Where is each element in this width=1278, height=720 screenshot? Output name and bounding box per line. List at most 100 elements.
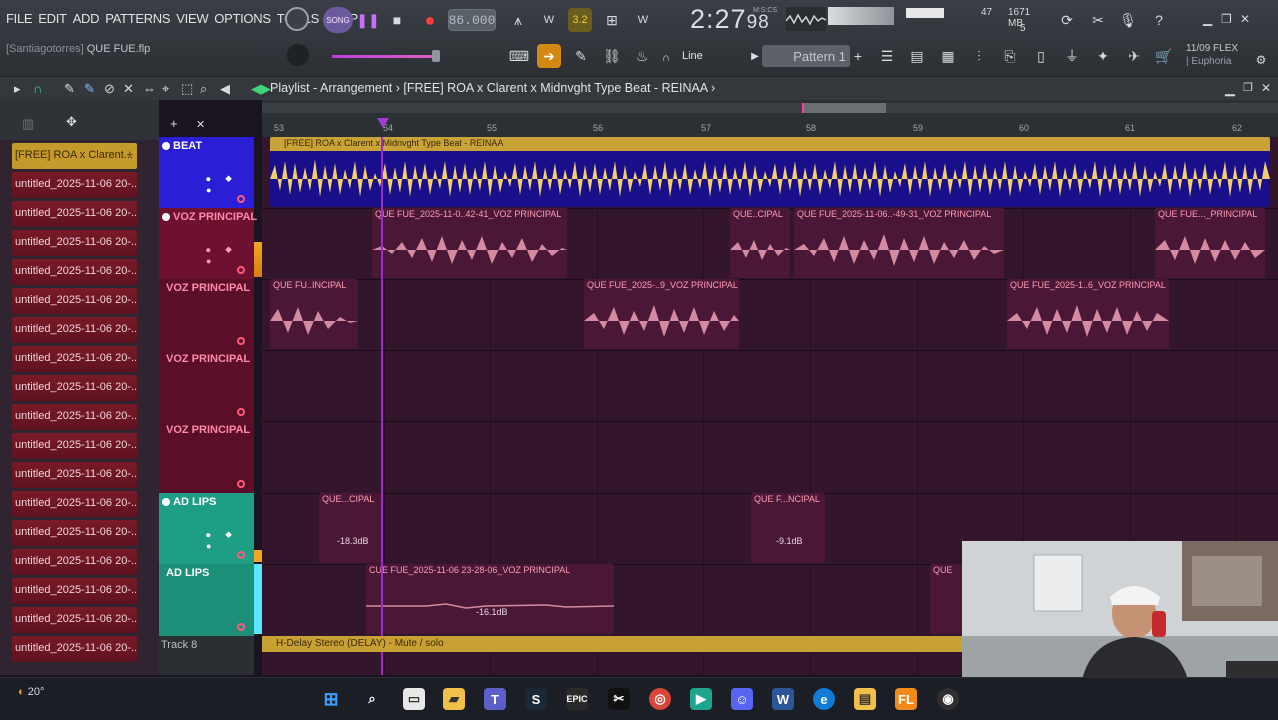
track-header-adlips-1[interactable]: AD LIPS ⏺ ◆ ● (159, 493, 254, 564)
mixer-icon[interactable]: ⫶ (967, 44, 991, 68)
playhead[interactable] (381, 137, 383, 675)
slider-handle[interactable] (432, 50, 440, 62)
menu-options[interactable]: OPTIONS (214, 11, 271, 26)
picker-item[interactable]: untitled_2025-11-06 20-... (12, 375, 137, 401)
picker-item[interactable]: untitled_2025-11-06 20-... (12, 288, 137, 314)
track-controls[interactable]: ⏺ ◆ ● (206, 245, 254, 266)
picker-item[interactable]: untitled_2025-11-06 20-... (12, 636, 137, 662)
scroll-thumb[interactable] (802, 103, 886, 113)
picker-item[interactable]: untitled_2025-11-06 20-... (12, 607, 137, 633)
add-pattern-icon[interactable]: + (846, 44, 870, 68)
start-menu-icon[interactable]: ⊞ (320, 688, 342, 710)
playback-tool-icon[interactable]: ◀ (220, 81, 230, 97)
picker-grid-icon[interactable]: ▥ (22, 116, 34, 132)
step-edit-icon[interactable]: ➔ (537, 44, 561, 68)
picker-item[interactable]: untitled_2025-11-06 20-... (12, 491, 137, 517)
capcut-icon[interactable]: ✂ (608, 688, 630, 710)
steam-icon[interactable]: S (525, 688, 547, 710)
draw-tool-icon[interactable]: ✎ (569, 44, 593, 68)
picker-add-icon[interactable]: + (170, 116, 178, 131)
master-pitch-knob[interactable] (287, 44, 309, 66)
audio-clip-voz[interactable]: QUE FU..INCIPAL (270, 279, 358, 349)
track-controls[interactable]: ⏺ ◆ ● (206, 530, 254, 551)
picker-item[interactable]: untitled_2025-11-06 20-... (12, 520, 137, 546)
menu-file[interactable]: FILE (6, 11, 33, 26)
playlist-icon[interactable]: ☰ (875, 44, 899, 68)
reset-icon[interactable]: ⟳ (1055, 8, 1079, 32)
stop-button[interactable]: ■ (385, 8, 409, 32)
plugin-icon[interactable]: ⏚ (1060, 44, 1084, 68)
track-header-voz-2[interactable]: VOZ PRINCIPAL (159, 279, 254, 350)
menu-view[interactable]: VIEW (176, 11, 208, 26)
track-enable-led[interactable] (162, 498, 170, 506)
picker-item[interactable]: untitled_2025-11-06 20-... (12, 172, 137, 198)
audio-clip-voz[interactable]: QUE..CIPAL (730, 208, 790, 278)
track-controls[interactable]: ⏺ ◆ ● (206, 174, 254, 195)
audio-clip-beat[interactable]: [FREE] ROA x Clarent x Midnvght Type Bea… (270, 137, 1270, 207)
audio-clip-voz[interactable]: QUE FUE_2025-11-0..42-41_VOZ PRINCIPAL (372, 208, 567, 278)
picker-item[interactable]: untitled_2025-11-06 20-... (12, 578, 137, 604)
epic-games-icon[interactable]: EPIC (566, 688, 588, 710)
news-panel[interactable]: 11/09 FLEX | Euphoria (1186, 42, 1238, 68)
slice-tool-icon[interactable]: ⌖ (162, 81, 169, 97)
typing-keyboard-icon[interactable]: ⌨ (507, 44, 531, 68)
track-header-voz-1[interactable]: VOZ PRINCIPAL ⏺ ◆ ● (159, 208, 257, 279)
delete-tool-icon[interactable]: ⊘ (104, 81, 115, 97)
playlist-menu-arrow-icon[interactable]: ▸ (14, 81, 21, 97)
playlist-close-icon[interactable]: ✕ (1261, 81, 1271, 95)
picker-item[interactable]: [FREE] ROA x Clarent... + (12, 143, 137, 169)
pause-button[interactable]: ❚❚ (356, 8, 380, 32)
menu-patterns[interactable]: PATTERNS (105, 11, 170, 26)
magnet-snap-icon[interactable]: ∩ (33, 81, 42, 96)
picker-item[interactable]: untitled_2025-11-06 20-... (12, 346, 137, 372)
picker-item[interactable]: untitled_2025-11-06 20-... (12, 230, 137, 256)
obs-icon[interactable]: ◉ (937, 688, 959, 710)
track-header-beat[interactable]: BEAT ⏺ ◆ ● (159, 137, 254, 208)
search-icon[interactable]: ⌕ (361, 688, 383, 710)
picker-item[interactable]: untitled_2025-11-06 20-... (12, 201, 137, 227)
pencil-icon[interactable]: ✎ (64, 81, 75, 97)
link-icon[interactable]: ⛓ (600, 44, 624, 68)
track-enable-led[interactable] (162, 213, 170, 221)
pattern-selector[interactable]: Pattern 1 (762, 45, 850, 67)
playlist-minimize-icon[interactable]: ▁ (1225, 81, 1235, 97)
magnet-icon[interactable]: ∩ (658, 46, 674, 70)
select-tool-icon[interactable]: ⬚ (181, 81, 193, 97)
record-arm-dot[interactable] (237, 551, 245, 559)
record-arm-dot[interactable] (237, 266, 245, 274)
picker-item-add-icon[interactable]: + (127, 149, 133, 161)
track-header-voz-3[interactable]: VOZ PRINCIPAL (159, 350, 254, 421)
record-arm-dot[interactable] (237, 623, 245, 631)
record-button[interactable]: ● (418, 8, 442, 32)
audio-clip-adlips[interactable]: QUE...CIPAL -18.3dB (319, 493, 382, 563)
step-badge[interactable]: 3.2 (568, 8, 592, 32)
discord-icon[interactable]: ☺ (731, 688, 753, 710)
scissors-icon[interactable]: ✂ (1086, 8, 1110, 32)
master-level-slider[interactable] (332, 55, 438, 58)
zoom-tool-icon[interactable]: ⌕ (200, 81, 207, 97)
record-arm-dot[interactable] (237, 480, 245, 488)
weather-widget[interactable]: ◐ 20° (18, 686, 44, 698)
microphone-icon[interactable]: 🎙 (1116, 8, 1140, 32)
minimize-icon[interactable]: ▁ (1203, 12, 1212, 26)
explorer-icon[interactable]: ▤ (854, 688, 876, 710)
picker-item[interactable]: untitled_2025-11-06 20-... (12, 317, 137, 343)
picker-item[interactable]: untitled_2025-11-06 20-... (12, 549, 137, 575)
menu-edit[interactable]: EDIT (38, 11, 67, 26)
playhead-marker[interactable] (377, 118, 389, 128)
wait-for-input-icon[interactable]: W (537, 8, 561, 32)
close-icon[interactable]: ✕ (1240, 12, 1250, 26)
app-icon[interactable]: ▶ (690, 688, 712, 710)
piano-roll-icon[interactable]: ▤ (905, 44, 929, 68)
send-icon[interactable]: ✈ (1122, 44, 1146, 68)
task-view-icon[interactable]: ▭ (403, 688, 425, 710)
teams-icon[interactable]: T (484, 688, 506, 710)
browser-icon[interactable]: ⎘ (998, 44, 1022, 68)
shop-icon[interactable]: 🛒 (1152, 44, 1176, 68)
file-folder-icon[interactable]: ▰ (443, 688, 465, 710)
arrangement-play-icon[interactable]: ◀▶ (251, 81, 271, 97)
song-mode-toggle[interactable]: SONG (323, 7, 353, 33)
timeline-ruler[interactable]: 53 54 55 56 57 58 59 60 61 62 (262, 100, 1278, 137)
playlist-restore-icon[interactable]: ❐ (1243, 81, 1253, 94)
record-arm-dot[interactable] (237, 195, 245, 203)
